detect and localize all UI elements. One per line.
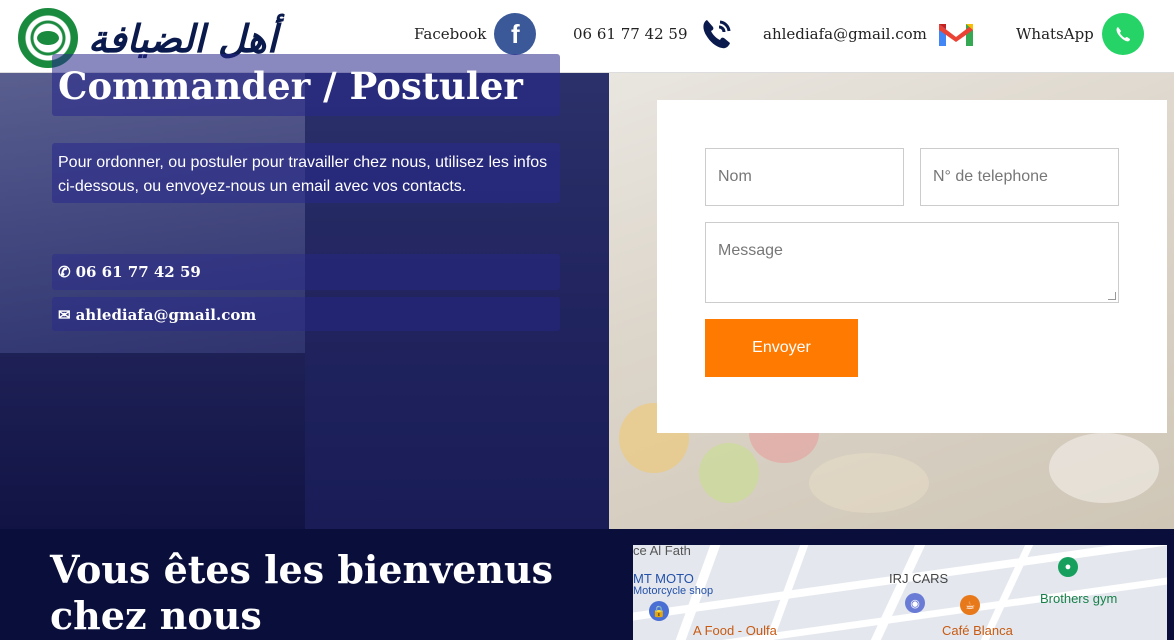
map-label: Motorcycle shop [633, 585, 714, 597]
welcome-heading-line2: chez nous [50, 593, 262, 638]
map-label: Brothers gym [1040, 591, 1118, 606]
hero-phone-text: 06 61 77 42 59 [75, 263, 201, 281]
page-title: Commander / Postuler [58, 64, 523, 108]
message-placeholder: Message [718, 242, 783, 259]
hero-phone[interactable]: ✆ 06 61 77 42 59 [58, 263, 201, 281]
welcome-heading: Vous êtes les bienvenus chez nous [50, 547, 610, 639]
phone-icon: ✆ [58, 263, 71, 281]
cafe-pin-icon[interactable]: ☕ [960, 595, 980, 615]
phone-label: 06 61 77 42 59 [573, 25, 688, 43]
email-label: ahlediafa@gmail.com [763, 25, 927, 43]
shop-pin-icon[interactable]: 🔒 [649, 601, 669, 621]
welcome-heading-line1: Vous êtes les bienvenus [50, 547, 554, 592]
map-label: IRJ CARS [889, 571, 949, 586]
facebook-icon: f [494, 13, 537, 55]
resize-handle-icon[interactable] [1108, 292, 1116, 300]
facebook-link[interactable]: Facebook f [414, 12, 537, 56]
message-textarea[interactable]: Message [705, 222, 1119, 303]
food-photo-blob [699, 443, 759, 503]
map-label: Café Blanca [942, 623, 1013, 638]
email-link[interactable]: ahlediafa@gmail.com [763, 12, 977, 56]
gym-pin-icon[interactable]: ● [1058, 557, 1078, 577]
facebook-label: Facebook [414, 25, 487, 43]
phone-link[interactable]: 06 61 77 42 59 [573, 12, 738, 56]
hero-email[interactable]: ✉ ahlediafa@gmail.com [58, 306, 256, 324]
food-photo-blob [1049, 433, 1159, 503]
submit-button[interactable]: Envoyer [705, 319, 858, 377]
food-photo-blob [809, 453, 929, 513]
gmail-icon [935, 13, 977, 55]
map-label: ce Al Fath [633, 545, 691, 558]
envelope-icon: ✉ [58, 306, 71, 324]
location-map[interactable]: ce Al Fath MT MOTO Motorcycle shop 🔒 IRJ… [633, 545, 1167, 640]
map-label: A Food - Oulfa [693, 623, 777, 638]
map-label: MT MOTO [633, 571, 694, 586]
hero-email-text: ahlediafa@gmail.com [75, 306, 257, 324]
hero-description: Pour ordonner, ou postuler pour travaill… [58, 154, 548, 195]
whatsapp-icon [1101, 13, 1144, 55]
car-pin-icon[interactable]: ◉ [905, 593, 925, 613]
whatsapp-link[interactable]: WhatsApp [1016, 12, 1144, 56]
name-input[interactable]: Nom [705, 148, 904, 206]
phone-icon [696, 13, 738, 55]
phone-input[interactable]: N° de telephone [920, 148, 1119, 206]
whatsapp-label: WhatsApp [1016, 25, 1094, 43]
